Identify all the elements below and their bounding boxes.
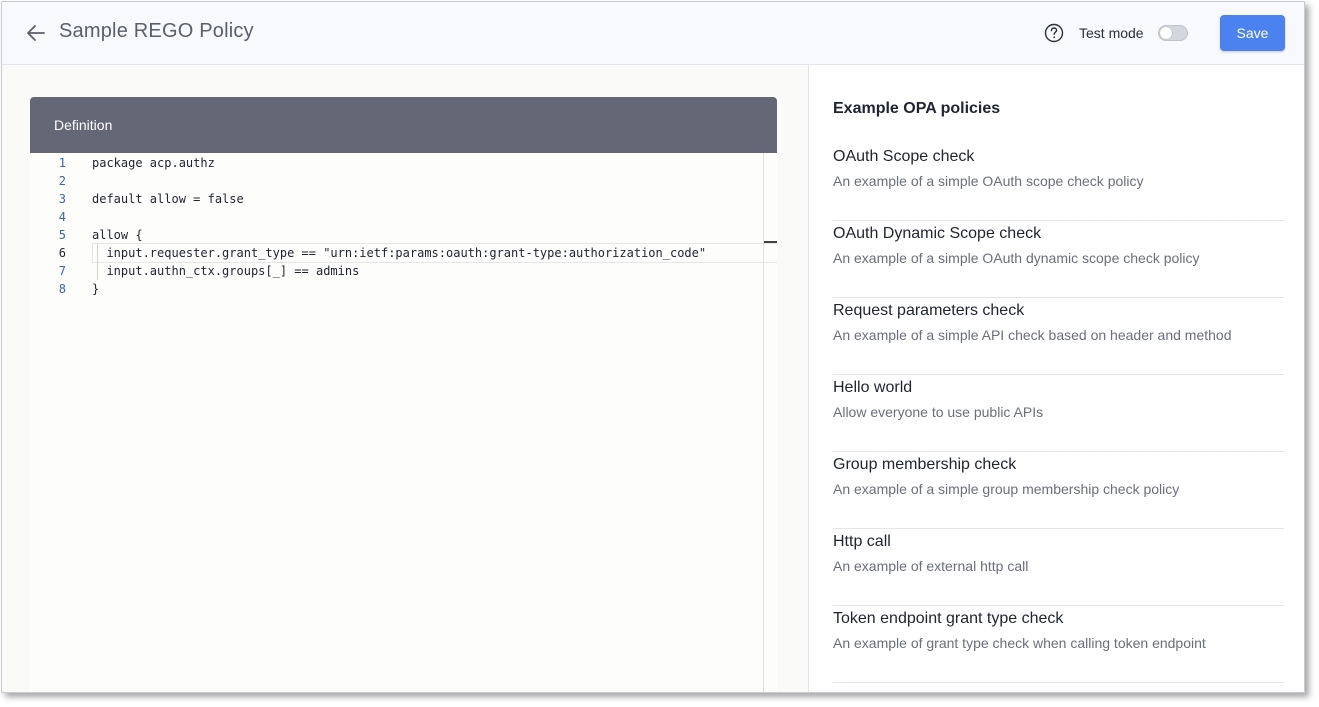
example-policy-description: An example of a simple OAuth dynamic sco…: [833, 250, 1200, 266]
example-policy-description: An example of a simple group membership …: [833, 481, 1180, 497]
example-policy-description: An example of a simple API check based o…: [833, 327, 1232, 343]
code-text: }: [92, 282, 100, 296]
examples-panel: Example OPA policies OAuth Scope check An…: [809, 65, 1304, 692]
code-line[interactable]: 3 default allow = false: [30, 190, 777, 208]
example-policy-item[interactable]: Token endpoint grant type check An exampl…: [833, 607, 1284, 683]
example-policy-item[interactable]: OAuth Dynamic Scope check An example of a…: [833, 222, 1284, 298]
app-window: Sample REGO Policy Test mode Save Defini…: [1, 1, 1305, 693]
example-policy-item[interactable]: OAuth Scope check An example of a simple …: [833, 145, 1284, 221]
line-number: 1: [58, 156, 66, 170]
code-editor[interactable]: 1 package acp.authz 2 3 default allow = fals…: [30, 153, 777, 692]
example-policy-name: OAuth Scope check: [833, 148, 975, 165]
code-text: package acp.authz: [92, 156, 215, 170]
example-policy-description: An example of external http call: [833, 558, 1029, 574]
save-button[interactable]: Save: [1220, 15, 1285, 51]
line-number: 6: [58, 246, 66, 260]
example-policy-name: Hello world: [833, 379, 913, 396]
definition-panel: Definition 1 package acp.authz 2 3 default a…: [2, 65, 809, 692]
example-policy-name: Request parameters check: [833, 302, 1025, 319]
line-number: 7: [58, 264, 66, 278]
line-number: 2: [58, 174, 66, 188]
example-policy-item[interactable]: Http call An example of external http cal…: [833, 530, 1284, 606]
code-line[interactable]: 6 input.requester.grant_type == "urn:iet…: [30, 243, 777, 263]
back-button[interactable]: [24, 21, 48, 45]
editor-card: Definition 1 package acp.authz 2 3 default a…: [30, 97, 777, 692]
example-policy-item[interactable]: Group membership check An example of a si…: [833, 453, 1284, 529]
code-text: input.requester.grant_type == "urn:ietf:…: [92, 246, 707, 260]
toggle-knob: [1160, 27, 1172, 39]
line-number: 5: [58, 228, 66, 242]
examples-list: OAuth Scope check An example of a simple …: [833, 145, 1284, 684]
code-line[interactable]: 8}: [30, 280, 777, 298]
code-line[interactable]: 4: [30, 208, 777, 226]
example-policy-description: Allow everyone to use public APIs: [833, 404, 1044, 420]
example-policy-description: An example of a simple OAuth scope check…: [833, 173, 1144, 189]
example-policy-description: An example of grant type check when call…: [833, 635, 1206, 651]
example-policy-name: Group membership check: [833, 456, 1017, 473]
example-policy-name: OAuth Dynamic Scope check: [833, 225, 1042, 242]
code-text: allow {: [92, 228, 143, 242]
line-number: 4: [58, 210, 66, 224]
code-line[interactable]: 2: [30, 172, 777, 190]
test-mode-label: Test mode: [1079, 25, 1144, 41]
code-line[interactable]: 7 input.authn_ctx.groups[_] == admins: [30, 262, 777, 280]
editor-title: Definition: [30, 97, 777, 153]
indent-guide: [97, 244, 98, 280]
example-policy-item[interactable]: Request parameters check An example of a …: [833, 299, 1284, 375]
help-icon[interactable]: [1043, 22, 1065, 44]
example-policy-item[interactable]: Hello world Allow everyone to use public …: [833, 376, 1284, 452]
example-policy-name: Http call: [833, 533, 891, 550]
code-line[interactable]: 1 package acp.authz: [30, 154, 777, 172]
code-text: default allow = false: [92, 192, 244, 206]
examples-title: Example OPA policies: [833, 100, 1001, 117]
example-policy-name: Token endpoint grant type check: [833, 610, 1064, 627]
line-number: 8: [58, 282, 66, 296]
line-number: 3: [58, 192, 66, 206]
top-bar: Sample REGO Policy Test mode Save: [2, 2, 1304, 65]
arrow-left-icon: [27, 25, 45, 41]
page-title: Sample REGO Policy: [59, 20, 254, 42]
code-line[interactable]: 5 allow {: [30, 226, 777, 244]
code-text: input.authn_ctx.groups[_] == admins: [92, 264, 360, 278]
test-mode-toggle[interactable]: [1158, 25, 1188, 41]
